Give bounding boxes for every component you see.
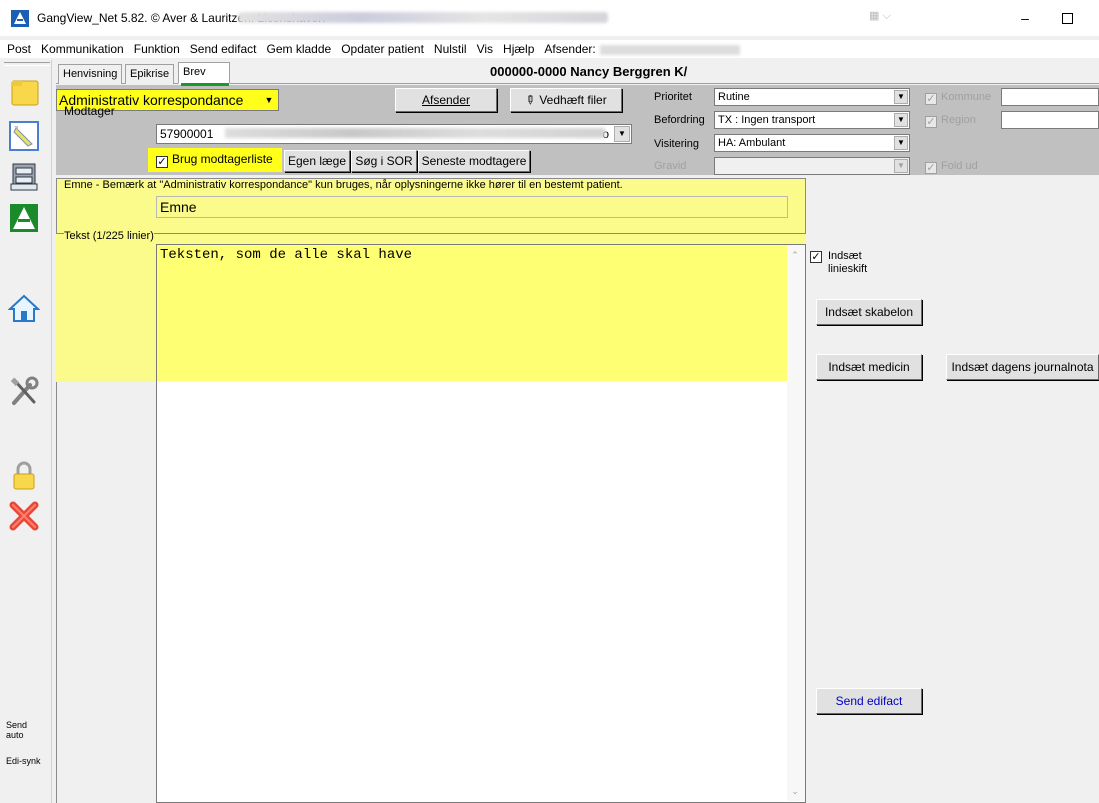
- region-label: Region: [941, 114, 976, 126]
- region-field[interactable]: [1001, 111, 1099, 129]
- visit-label: Visitering: [654, 138, 700, 150]
- menu-kommunikation[interactable]: Kommunikation: [36, 40, 129, 58]
- municipality-label: Kommune: [941, 91, 992, 103]
- subject-input[interactable]: Emne: [156, 196, 788, 218]
- menu-gem-kladde[interactable]: Gem kladde: [261, 40, 336, 58]
- subject-legend: Emne - Bemærk at "Administrativ korrespo…: [64, 179, 623, 191]
- folder-icon[interactable]: [8, 76, 40, 108]
- chevron-down-icon: ▼: [894, 159, 908, 173]
- sender-redacted: [599, 44, 740, 55]
- use-receiver-list-checkbox[interactable]: ✓ Brug modtagerliste: [148, 148, 282, 172]
- edit-document-icon[interactable]: [8, 120, 40, 152]
- transport-select[interactable]: TX : Ingen transport ▼: [714, 111, 910, 129]
- menu-afsender-label: Afsender:: [544, 42, 596, 56]
- active-tab-indicator: [181, 83, 229, 86]
- send-auto-line1: Send: [6, 720, 28, 730]
- chevron-down-icon: ▼: [894, 90, 908, 104]
- keyboard-layout-icon[interactable]: ▦ ⌵: [869, 9, 907, 23]
- menu-post[interactable]: Post: [0, 40, 36, 58]
- tab-brev-label: Brev: [183, 66, 206, 78]
- send-auto-line2: auto: [6, 730, 24, 740]
- letter-text-content[interactable]: Teksten, som de alle skal have: [160, 247, 412, 263]
- attach-files-label: Vedhæft filer: [539, 93, 607, 107]
- receiver-value: 57900001: [160, 127, 214, 141]
- municipality-field[interactable]: [1001, 88, 1099, 106]
- transport-value: TX : Ingen transport: [718, 114, 816, 126]
- fold-out-checkbox[interactable]: ✓ Fold ud: [925, 160, 978, 174]
- left-toolbar: Send auto Edi-synk: [0, 60, 52, 803]
- chevron-down-icon: ▼: [264, 95, 274, 105]
- tab-brev[interactable]: Brev: [178, 62, 230, 86]
- chevron-down-icon: ▼: [894, 113, 908, 127]
- home-icon[interactable]: [8, 292, 40, 324]
- attach-files-button[interactable]: ✎Vedhæft filer: [510, 88, 622, 112]
- search-sor-button[interactable]: Søg i SOR: [351, 150, 417, 172]
- priority-value: Rutine: [718, 91, 750, 103]
- visit-select[interactable]: HA: Ambulant ▼: [714, 134, 910, 152]
- tab-epikrise[interactable]: Epikrise: [125, 64, 175, 84]
- municipality-checkbox[interactable]: ✓ Kommune: [925, 91, 991, 105]
- text-area-highlight: [157, 245, 787, 381]
- recent-receivers-button[interactable]: Seneste modtagere: [418, 150, 530, 172]
- scroll-up-icon[interactable]: ⌃: [789, 250, 801, 262]
- toolbar-separator: [4, 62, 50, 66]
- menu-opdater-patient[interactable]: Opdater patient: [336, 40, 429, 58]
- afsender-button-label: Afsender: [421, 93, 471, 107]
- minimize-button[interactable]: –: [1010, 8, 1040, 28]
- insert-linebreak-checkbox[interactable]: ✓ Indsæt linieskift: [810, 250, 867, 276]
- gangview-logo-icon[interactable]: [8, 202, 40, 234]
- scroll-down-icon[interactable]: ⌄: [789, 786, 801, 798]
- send-edifact-button[interactable]: Send edifact: [816, 688, 922, 714]
- fold-out-label: Fold ud: [941, 160, 978, 172]
- insert-linebreak-line2: linieskift: [828, 263, 868, 275]
- pregnant-select[interactable]: ▼: [714, 157, 910, 175]
- menu-hjaelp[interactable]: Hjælp: [498, 40, 539, 58]
- insert-linebreak-line1: Indsæt: [828, 250, 862, 262]
- use-receiver-list-label: Brug modtagerliste: [172, 152, 273, 166]
- menu-nulstil[interactable]: Nulstil: [429, 40, 472, 58]
- maximize-button[interactable]: [1062, 13, 1073, 24]
- priority-label: Prioritet: [654, 91, 692, 103]
- pregnant-label: Gravid: [654, 160, 687, 172]
- chevron-down-icon: ▼: [894, 136, 908, 150]
- chevron-down-icon: ▼: [614, 126, 630, 142]
- checkbox-checked-icon: ✓: [925, 93, 937, 105]
- text-scrollbar[interactable]: [787, 245, 805, 801]
- lock-icon[interactable]: [8, 460, 40, 492]
- menu-send-edifact[interactable]: Send edifact: [185, 40, 262, 58]
- checkbox-checked-icon: ✓: [925, 162, 937, 174]
- afsender-button[interactable]: Afsender: [395, 88, 497, 112]
- priority-select[interactable]: Rutine ▼: [714, 88, 910, 106]
- send-auto-label[interactable]: Send auto: [6, 720, 27, 740]
- insert-journal-note-button[interactable]: Indsæt dagens journalnota: [946, 354, 1099, 380]
- receiver-label: Modtager: [64, 104, 115, 118]
- own-doctor-button[interactable]: Egen læge: [284, 150, 350, 172]
- receiver-redacted: [225, 128, 605, 138]
- menu-funktion[interactable]: Funktion: [129, 40, 185, 58]
- menu-vis[interactable]: Vis: [472, 40, 498, 58]
- checkbox-checked-icon: ✓: [810, 251, 822, 263]
- close-red-icon[interactable]: [8, 500, 40, 532]
- checkbox-checked-icon: ✓: [925, 116, 937, 128]
- menu-afsender[interactable]: Afsender:: [539, 40, 744, 58]
- transport-label: Befordring: [654, 114, 705, 126]
- edi-sync-label[interactable]: Edi-synk: [6, 756, 41, 766]
- licensee-redacted: [238, 12, 608, 23]
- patient-title: 000000-0000 Nancy Berggren K/: [490, 64, 688, 79]
- insert-template-button[interactable]: Indsæt skabelon: [816, 299, 922, 325]
- archive-icon[interactable]: [8, 160, 40, 192]
- app-logo-icon: [11, 10, 29, 27]
- menu-bar: Post Kommunikation Funktion Send edifact…: [0, 40, 1099, 58]
- tab-henvisning[interactable]: Henvisning: [58, 64, 123, 84]
- checkbox-checked-icon: ✓: [156, 156, 168, 168]
- tools-icon[interactable]: [8, 376, 40, 408]
- insert-medicine-button[interactable]: Indsæt medicin: [816, 354, 922, 380]
- region-checkbox[interactable]: ✓ Region: [925, 114, 976, 128]
- text-legend: Tekst (1/225 linier): [64, 230, 154, 242]
- visit-value: HA: Ambulant: [718, 137, 786, 149]
